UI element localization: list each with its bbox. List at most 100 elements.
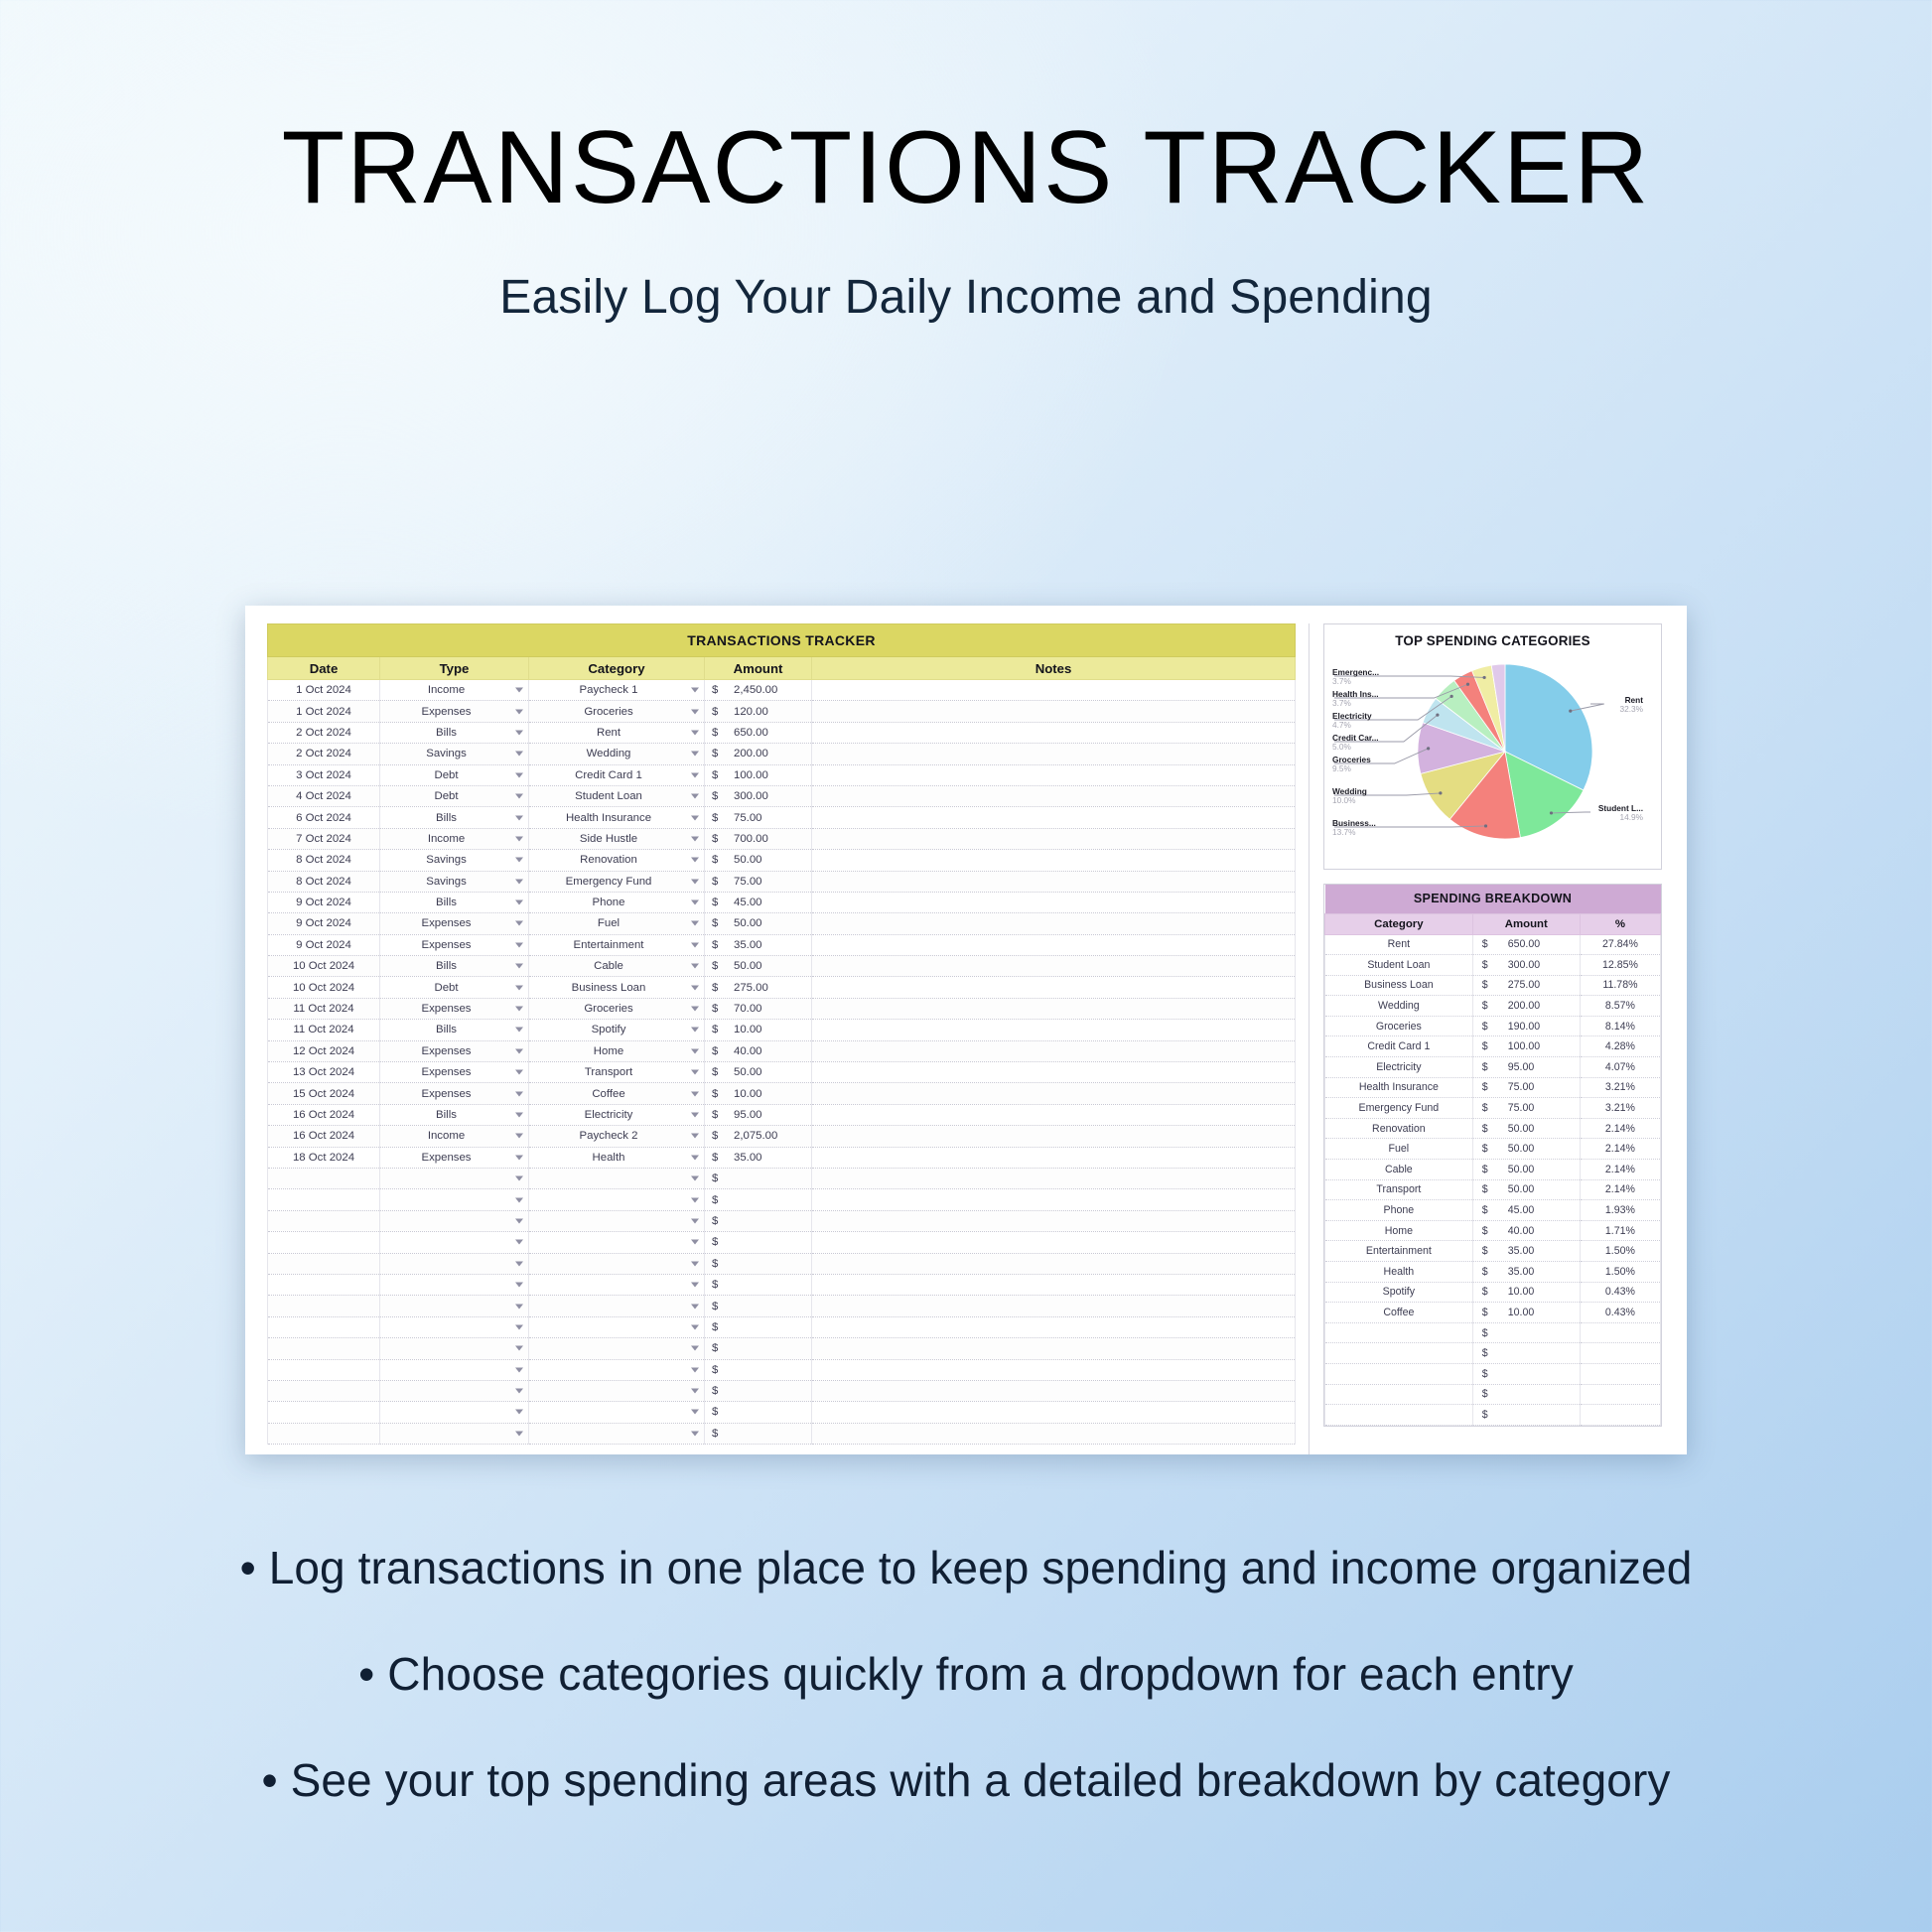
cell-date[interactable]: 9 Oct 2024 xyxy=(267,934,380,957)
chevron-down-icon[interactable] xyxy=(515,1304,523,1310)
chevron-down-icon[interactable] xyxy=(691,730,699,736)
chevron-down-icon[interactable] xyxy=(691,879,699,885)
cell-date[interactable]: 11 Oct 2024 xyxy=(267,998,380,1021)
chevron-down-icon[interactable] xyxy=(691,1133,699,1139)
cell-amount[interactable]: $ xyxy=(704,1295,812,1317)
chevron-down-icon[interactable] xyxy=(515,836,523,842)
cell-category-dropdown[interactable] xyxy=(528,1380,705,1403)
cell-date[interactable]: 4 Oct 2024 xyxy=(267,785,380,808)
chevron-down-icon[interactable] xyxy=(691,963,699,969)
cell-amount[interactable]: $2,450.00 xyxy=(704,679,812,702)
cell-date[interactable]: 16 Oct 2024 xyxy=(267,1104,380,1127)
cell-amount[interactable]: $50.00 xyxy=(704,955,812,978)
cell-notes[interactable] xyxy=(811,1423,1297,1446)
cell-date[interactable]: 9 Oct 2024 xyxy=(267,892,380,914)
cell-amount[interactable]: $35.00 xyxy=(704,934,812,957)
cell-amount[interactable]: $50.00 xyxy=(704,849,812,872)
cell-amount[interactable]: $ xyxy=(704,1359,812,1381)
cell-amount[interactable]: $95.00 xyxy=(704,1104,812,1127)
cell-type-dropdown[interactable]: Expenses xyxy=(379,912,529,935)
cell-notes[interactable] xyxy=(811,1210,1297,1233)
cell-date[interactable]: 1 Oct 2024 xyxy=(267,679,380,702)
cell-notes[interactable] xyxy=(811,976,1297,999)
cell-category-dropdown[interactable] xyxy=(528,1231,705,1254)
cell-category-dropdown[interactable]: Credit Card 1 xyxy=(528,764,705,786)
chevron-down-icon[interactable] xyxy=(691,1431,699,1437)
chevron-down-icon[interactable] xyxy=(515,772,523,778)
cell-amount[interactable]: $40.00 xyxy=(704,1040,812,1063)
cell-type-dropdown[interactable] xyxy=(379,1168,529,1190)
cell-notes[interactable] xyxy=(811,806,1297,829)
breakdown-column-category[interactable]: Category xyxy=(1324,912,1473,935)
cell-category-dropdown[interactable] xyxy=(528,1168,705,1190)
cell-category-dropdown[interactable]: Paycheck 2 xyxy=(528,1125,705,1148)
chevron-down-icon[interactable] xyxy=(515,1133,523,1139)
chevron-down-icon[interactable] xyxy=(691,793,699,799)
column-header-amount[interactable]: Amount xyxy=(704,656,812,680)
cell-type-dropdown[interactable]: Savings xyxy=(379,849,529,872)
chevron-down-icon[interactable] xyxy=(515,985,523,991)
cell-date[interactable]: 7 Oct 2024 xyxy=(267,828,380,851)
chevron-down-icon[interactable] xyxy=(515,1218,523,1224)
chevron-down-icon[interactable] xyxy=(515,709,523,715)
cell-type-dropdown[interactable] xyxy=(379,1274,529,1297)
cell-amount[interactable]: $10.00 xyxy=(704,1019,812,1041)
chevron-down-icon[interactable] xyxy=(515,1239,523,1245)
cell-date[interactable]: 10 Oct 2024 xyxy=(267,976,380,999)
cell-notes[interactable] xyxy=(811,1168,1297,1190)
cell-amount[interactable]: $275.00 xyxy=(704,976,812,999)
cell-category-dropdown[interactable]: Groceries xyxy=(528,998,705,1021)
cell-date[interactable] xyxy=(267,1210,380,1233)
chevron-down-icon[interactable] xyxy=(515,1409,523,1415)
chevron-down-icon[interactable] xyxy=(515,793,523,799)
cell-amount[interactable]: $70.00 xyxy=(704,998,812,1021)
chevron-down-icon[interactable] xyxy=(691,1175,699,1181)
cell-category-dropdown[interactable]: Fuel xyxy=(528,912,705,935)
cell-notes[interactable] xyxy=(811,892,1297,914)
cell-amount[interactable]: $2,075.00 xyxy=(704,1125,812,1148)
cell-type-dropdown[interactable] xyxy=(379,1253,529,1275)
cell-date[interactable] xyxy=(267,1337,380,1360)
cell-type-dropdown[interactable]: Expenses xyxy=(379,998,529,1021)
cell-notes[interactable] xyxy=(811,1188,1297,1211)
cell-amount[interactable]: $45.00 xyxy=(704,892,812,914)
cell-date[interactable]: 2 Oct 2024 xyxy=(267,743,380,765)
cell-type-dropdown[interactable] xyxy=(379,1359,529,1381)
chevron-down-icon[interactable] xyxy=(691,1304,699,1310)
cell-type-dropdown[interactable]: Income xyxy=(379,679,529,702)
cell-notes[interactable] xyxy=(811,871,1297,893)
cell-category-dropdown[interactable] xyxy=(528,1274,705,1297)
chevron-down-icon[interactable] xyxy=(691,1155,699,1161)
chevron-down-icon[interactable] xyxy=(515,1091,523,1097)
cell-type-dropdown[interactable] xyxy=(379,1380,529,1403)
cell-notes[interactable] xyxy=(811,764,1297,786)
cell-amount[interactable]: $ xyxy=(704,1253,812,1275)
chevron-down-icon[interactable] xyxy=(691,836,699,842)
cell-date[interactable] xyxy=(267,1253,380,1275)
chevron-down-icon[interactable] xyxy=(691,942,699,948)
chevron-down-icon[interactable] xyxy=(691,857,699,863)
chevron-down-icon[interactable] xyxy=(691,772,699,778)
cell-notes[interactable] xyxy=(811,912,1297,935)
cell-date[interactable] xyxy=(267,1231,380,1254)
column-header-date[interactable]: Date xyxy=(267,656,380,680)
cell-category-dropdown[interactable]: Health Insurance xyxy=(528,806,705,829)
chevron-down-icon[interactable] xyxy=(691,1239,699,1245)
chevron-down-icon[interactable] xyxy=(691,899,699,905)
chevron-down-icon[interactable] xyxy=(691,1345,699,1351)
cell-category-dropdown[interactable]: Emergency Fund xyxy=(528,871,705,893)
cell-type-dropdown[interactable]: Bills xyxy=(379,892,529,914)
cell-date[interactable]: 15 Oct 2024 xyxy=(267,1082,380,1105)
cell-notes[interactable] xyxy=(811,955,1297,978)
cell-amount[interactable]: $ xyxy=(704,1380,812,1403)
cell-amount[interactable]: $ xyxy=(704,1423,812,1446)
chevron-down-icon[interactable] xyxy=(691,1388,699,1394)
cell-notes[interactable] xyxy=(811,1104,1297,1127)
cell-date[interactable]: 9 Oct 2024 xyxy=(267,912,380,935)
cell-type-dropdown[interactable]: Bills xyxy=(379,806,529,829)
cell-amount[interactable]: $75.00 xyxy=(704,871,812,893)
cell-category-dropdown[interactable]: Rent xyxy=(528,722,705,745)
cell-notes[interactable] xyxy=(811,1147,1297,1169)
cell-category-dropdown[interactable]: Transport xyxy=(528,1061,705,1084)
cell-date[interactable] xyxy=(267,1295,380,1317)
